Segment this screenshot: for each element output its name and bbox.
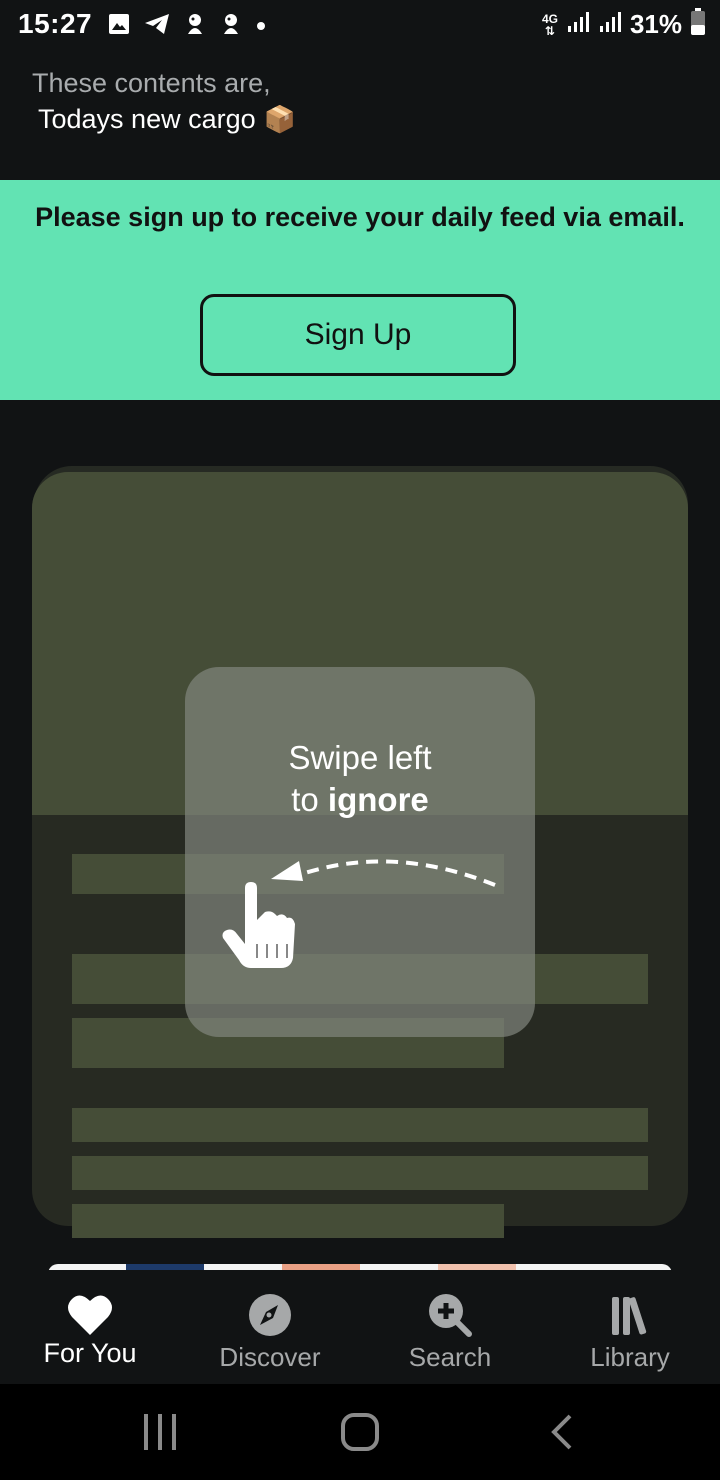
header-title-text: Todays new cargo [38,104,256,134]
swipe-tutorial-text: Swipe left to ignore [185,737,535,821]
home-icon[interactable] [340,1410,380,1459]
nav-label: Search [408,1342,492,1372]
header-subtitle: These contents are, [32,68,271,98]
nav-label: Library [590,1342,670,1372]
gallery-icon [108,13,130,40]
swipe-left-arrow-icon [265,855,505,900]
premier-league-icon [220,12,242,41]
skeleton-line [72,1108,648,1142]
nav-search[interactable]: Search [360,1292,540,1373]
signal-icon [566,10,590,39]
nav-for-you[interactable]: For You [0,1292,180,1369]
heart-icon [0,1292,180,1338]
status-right: 4G ⇅ 31% [542,8,706,41]
bottom-navigation: For You Discover Search Library [0,1270,720,1384]
dot-icon [256,18,266,36]
nav-discover[interactable]: Discover [180,1292,360,1373]
recents-icon[interactable] [142,1410,178,1459]
swipe-tutorial-action: ignore [327,781,429,818]
battery-icon [690,8,706,41]
nav-label: Discover [219,1342,321,1372]
search-plus-icon [360,1292,540,1338]
back-icon[interactable] [548,1410,576,1459]
signup-banner-text: Please sign up to receive your daily fee… [35,202,685,232]
notification-icons [108,12,266,41]
pointing-hand-icon [221,882,297,977]
package-icon: 📦 [263,104,296,134]
header-title: Todays new cargo 📦 [38,104,296,135]
swipe-tutorial-overlay: Swipe left to ignore [185,667,535,1037]
telegram-icon [144,13,170,40]
nav-label: For You [43,1338,137,1368]
skeleton-line [72,1204,504,1238]
battery-percent: 31% [629,9,682,39]
status-bar: 15:27 4G ⇅ 31% [0,0,720,52]
premier-league-icon [184,12,206,41]
skeleton-line [72,1156,648,1190]
sign-up-button[interactable]: Sign Up [200,294,516,376]
swipe-tutorial-line2: to ignore [291,781,429,818]
system-navigation-bar [0,1384,720,1480]
status-time: 15:27 [18,8,93,39]
compass-icon [180,1292,360,1338]
network-label: 4G ⇅ [541,11,558,38]
signal-icon [598,10,622,39]
library-icon [540,1292,720,1338]
signup-banner: Please sign up to receive your daily fee… [0,180,720,400]
nav-library[interactable]: Library [540,1292,720,1373]
swipe-tutorial-line1: Swipe left [288,739,432,776]
